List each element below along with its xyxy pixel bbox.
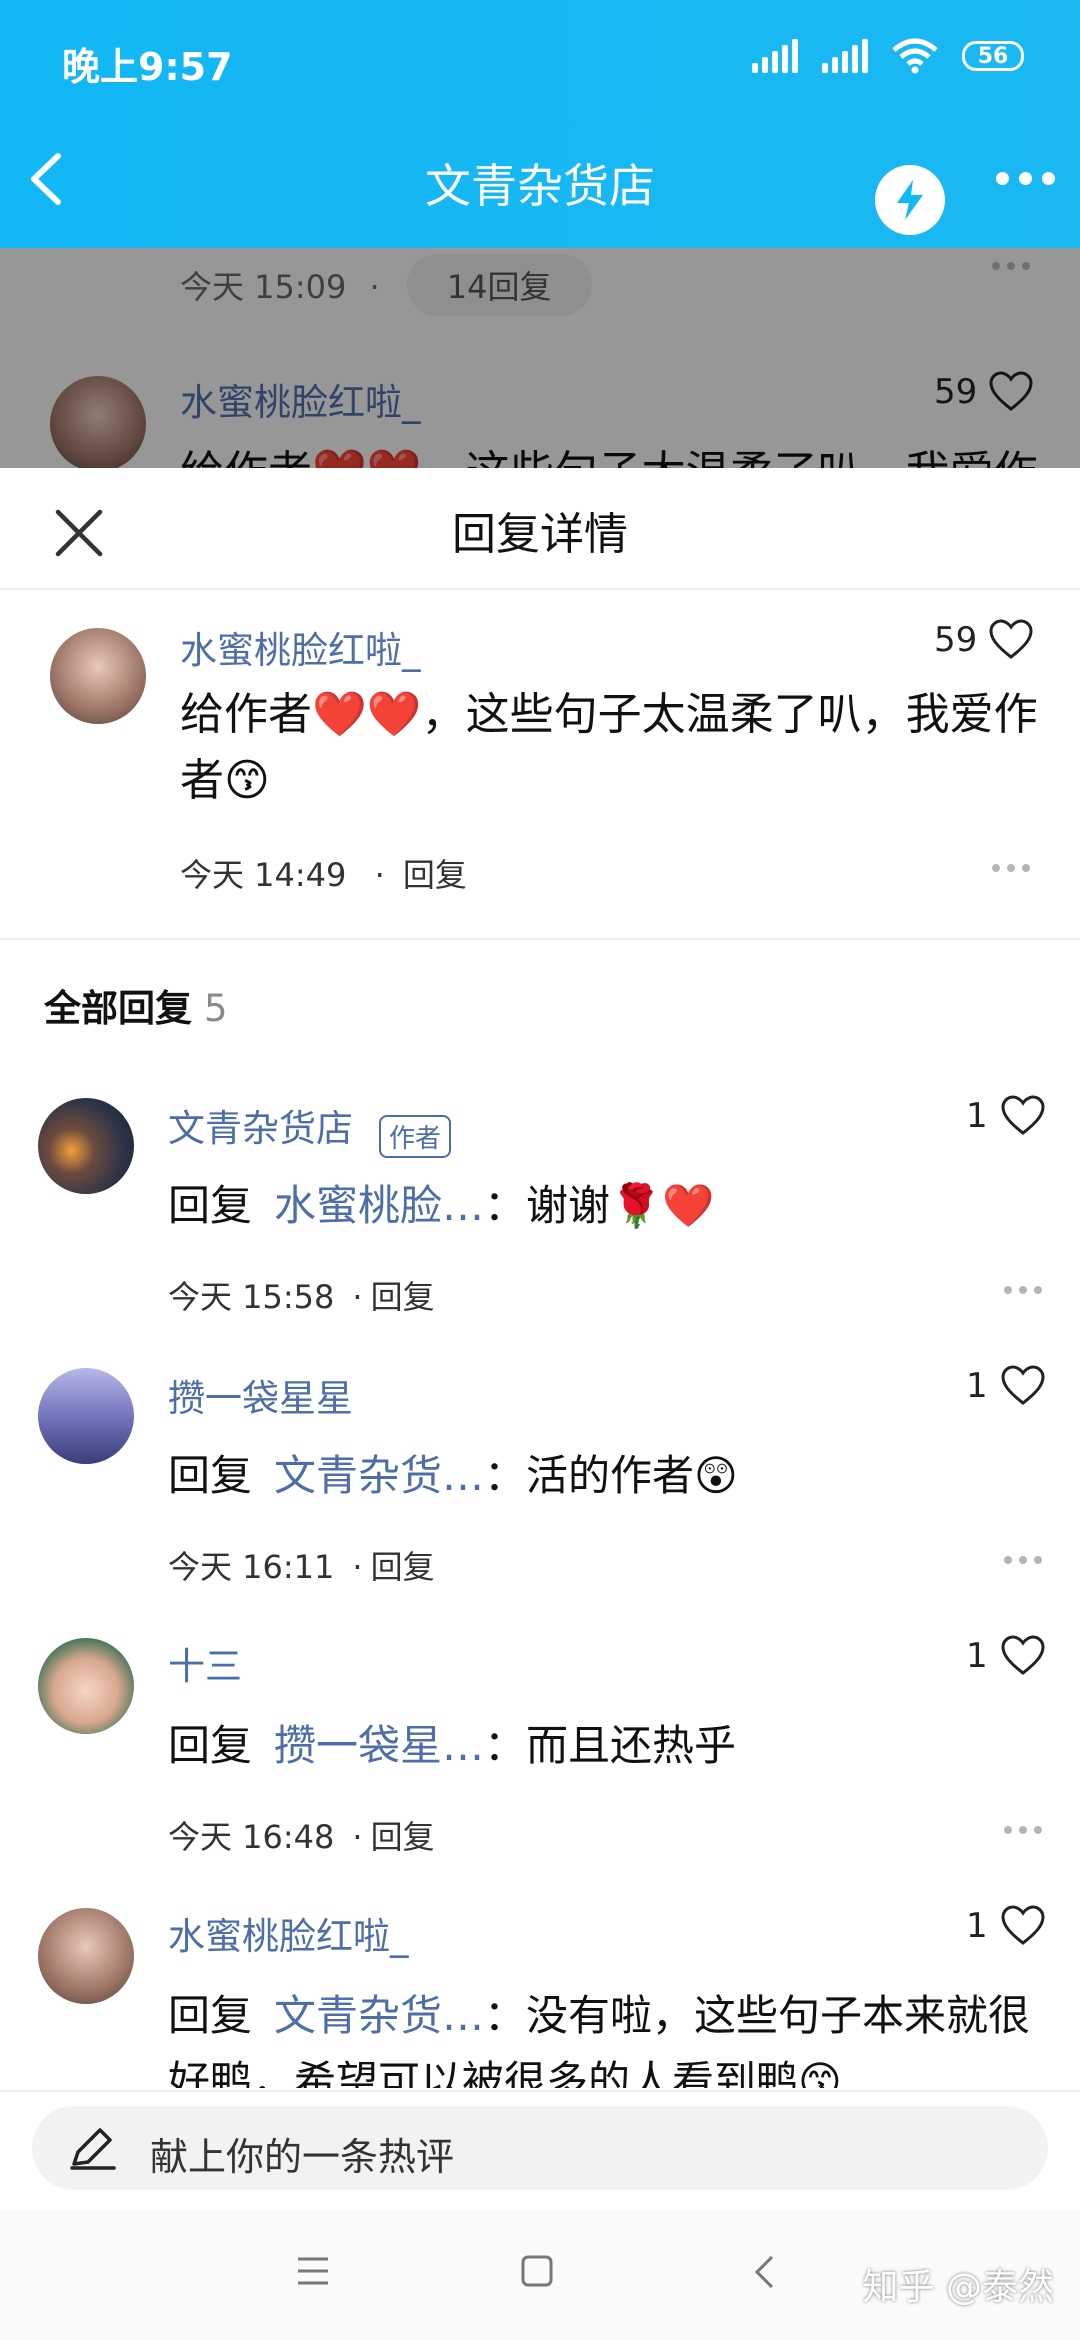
divider xyxy=(0,2090,1080,2092)
reply-1-user[interactable]: 文青杂货店 xyxy=(168,1107,353,1150)
reply-to-user[interactable]: 文青杂货… xyxy=(274,1451,484,1500)
more-options-icon[interactable] xyxy=(1004,1286,1042,1294)
comment-input-placeholder: 献上你的一条热评 xyxy=(150,2135,455,2179)
status-icons: 56 xyxy=(752,38,1024,74)
heart-outline-icon[interactable] xyxy=(1000,1904,1046,1946)
reply-prefix: 回复 xyxy=(168,1721,253,1770)
divider xyxy=(0,588,1080,590)
reply-body: 活的作者😲 xyxy=(526,1451,738,1500)
main-comment-time: 今天 14:49 xyxy=(180,856,347,894)
all-replies-header: 全部回复 5 xyxy=(44,978,228,1032)
heart-outline-icon[interactable] xyxy=(1000,1094,1046,1136)
signal-icon-2 xyxy=(822,39,868,73)
author-badge: 作者 xyxy=(379,1115,452,1158)
main-like-count: 59 xyxy=(934,620,978,660)
signal-icon xyxy=(752,39,798,73)
meta-dot: · xyxy=(374,856,385,894)
sheet-title: 回复详情 xyxy=(452,509,628,560)
reply-colon: ： xyxy=(484,1721,527,1770)
more-options-icon[interactable] xyxy=(992,864,1030,872)
lightning-button[interactable] xyxy=(875,165,945,235)
reply-3-user[interactable]: 十三 xyxy=(168,1636,242,1690)
reply-3-meta: 今天 16:48 · 回复 xyxy=(168,1818,435,1856)
reply-1-like-count: 1 xyxy=(966,1096,988,1136)
reply-detail-sheet: 回复详情 水蜜桃脸红啦_ 59 给作者❤️❤️，这些句子太温柔了叭，我爱作者😙 … xyxy=(0,468,1080,2340)
app-header: 晚上9:57 56 文青杂货店 xyxy=(0,0,1080,248)
reply-time: 今天 16:48 xyxy=(168,1818,335,1856)
reply-colon: ： xyxy=(484,1451,527,1500)
battery-icon: 56 xyxy=(962,41,1024,71)
reply-button[interactable]: 回复 xyxy=(371,1548,435,1586)
more-dot xyxy=(1019,172,1032,185)
main-reply-button[interactable]: 回复 xyxy=(403,856,467,894)
reply-body: 而且还热乎 xyxy=(526,1721,737,1770)
reply-3-text: 回复 攒一袋星…：而且还热乎 xyxy=(168,1712,736,1773)
reply-4-user[interactable]: 水蜜桃脸红啦_ xyxy=(168,1906,409,1960)
reply-button[interactable]: 回复 xyxy=(371,1278,435,1316)
reply-time: 今天 15:58 xyxy=(168,1278,335,1316)
comment-input[interactable]: 献上你的一条热评 xyxy=(32,2106,1048,2190)
wifi-icon xyxy=(892,38,938,74)
reply-to-user[interactable]: 文青杂货… xyxy=(274,1991,484,2040)
avatar[interactable] xyxy=(38,1098,134,1194)
more-dot xyxy=(1042,172,1055,185)
heart-outline-icon[interactable] xyxy=(1000,1634,1046,1676)
reply-colon: ： xyxy=(484,1991,527,2040)
reply-body: 没有啦，这些句子本来就很 xyxy=(526,1991,1031,2040)
reply-2-like-count: 1 xyxy=(966,1366,988,1406)
pen-icon xyxy=(70,2128,116,2170)
avatar[interactable] xyxy=(50,628,146,724)
reply-prefix: 回复 xyxy=(168,1181,253,1230)
more-options-icon[interactable] xyxy=(1004,1826,1042,1834)
reply-time: 今天 16:11 xyxy=(168,1548,335,1586)
avatar[interactable] xyxy=(38,1638,134,1734)
lightning-icon xyxy=(897,180,923,220)
home-icon[interactable] xyxy=(520,2254,554,2288)
more-options-icon[interactable] xyxy=(1004,1556,1042,1564)
heart-outline-icon[interactable] xyxy=(1000,1364,1046,1406)
reply-prefix: 回复 xyxy=(168,1991,253,2040)
reply-button[interactable]: 回复 xyxy=(371,1818,435,1856)
reply-to-user[interactable]: 水蜜桃脸… xyxy=(274,1181,484,1230)
more-button[interactable] xyxy=(996,172,1055,185)
reply-3-like-count: 1 xyxy=(966,1636,988,1676)
reply-4-text: 回复 文青杂货…：没有啦，这些句子本来就很 xyxy=(168,1982,1030,2043)
avatar[interactable] xyxy=(38,1908,134,2004)
menu-icon[interactable] xyxy=(296,2256,330,2286)
watermark: 知乎 @泰然 xyxy=(862,2267,1054,2308)
reply-1-meta: 今天 15:58 · 回复 xyxy=(168,1278,435,1316)
reply-2-user[interactable]: 攒一袋星星 xyxy=(168,1368,353,1422)
reply-2-meta: 今天 16:11 · 回复 xyxy=(168,1548,435,1586)
reply-1-text: 回复 水蜜桃脸…：谢谢🌹❤️ xyxy=(168,1172,715,1233)
all-replies-count: 5 xyxy=(204,987,228,1030)
reply-4-like-count: 1 xyxy=(966,1906,988,1946)
back-nav-icon[interactable] xyxy=(752,2254,776,2290)
main-comment-user[interactable]: 水蜜桃脸红啦_ xyxy=(180,620,421,674)
heart-outline-icon[interactable] xyxy=(988,618,1034,660)
reply-prefix: 回复 xyxy=(168,1451,253,1500)
divider xyxy=(0,938,1080,940)
more-dot xyxy=(996,172,1009,185)
main-comment-text: 给作者❤️❤️，这些句子太温柔了叭，我爱作者😙 xyxy=(180,689,1038,806)
dim-overlay[interactable] xyxy=(0,248,1080,468)
all-replies-label: 全部回复 xyxy=(44,987,192,1030)
reply-4-text-line2: 好鸭，希望可以被很多的人看到鸭😙 xyxy=(168,2057,842,2088)
avatar[interactable] xyxy=(38,1368,134,1464)
reply-2-text: 回复 文青杂货…：活的作者😲 xyxy=(168,1442,738,1503)
main-comment-meta: 今天 14:49 · 回复 xyxy=(180,850,467,896)
reply-1-header: 文青杂货店 作者 xyxy=(168,1098,452,1158)
status-time: 晚上9:57 xyxy=(62,45,233,89)
reply-to-user[interactable]: 攒一袋星… xyxy=(274,1721,484,1770)
reply-body: 谢谢🌹❤️ xyxy=(526,1181,715,1230)
reply-colon: ： xyxy=(484,1181,527,1230)
